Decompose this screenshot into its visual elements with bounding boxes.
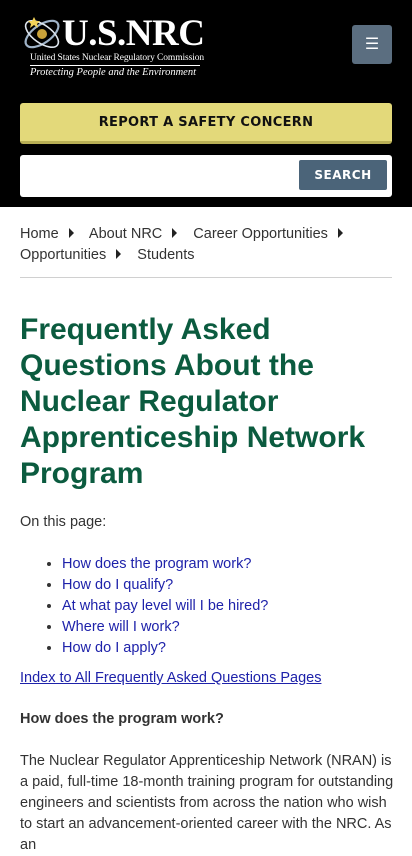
- toc-link-how-qualify[interactable]: How do I qualify?: [62, 577, 173, 593]
- toc-item: At what pay level will I be hired?: [62, 596, 268, 617]
- search-button-label: SEARCH: [314, 168, 372, 182]
- caret-right-icon: [337, 228, 343, 238]
- toc-item: Where will I work?: [62, 617, 268, 638]
- toc-item: How does the program work?: [62, 554, 268, 575]
- breadcrumb: Home About NRC Career Opportunities Oppo…: [20, 224, 392, 266]
- page-title: Frequently Asked Questions About the Nuc…: [20, 313, 366, 490]
- breadcrumb-item-home: Home: [20, 226, 86, 242]
- atom-swirl-icon: [24, 17, 60, 49]
- toc-item: How do I qualify?: [62, 575, 268, 596]
- toc-link-how-program-works[interactable]: How does the program work?: [62, 556, 251, 572]
- caret-right-icon: [116, 249, 122, 259]
- search-button[interactable]: SEARCH: [299, 160, 387, 190]
- breadcrumb-item-careers: Career Opportunities: [193, 226, 355, 242]
- nrc-logo[interactable]: U.S.NRC United States Nuclear Regulatory…: [20, 12, 210, 82]
- breadcrumb-divider: [20, 277, 392, 278]
- logo-title: U.S.NRC: [62, 13, 205, 54]
- logo-tagline: Protecting People and the Environment: [30, 67, 197, 78]
- toc-link-pay-level[interactable]: At what pay level will I be hired?: [62, 598, 268, 614]
- menu-button[interactable]: ☰: [352, 25, 392, 64]
- search-bar: SEARCH: [20, 155, 392, 197]
- toc-item: How do I apply?: [62, 638, 268, 659]
- breadcrumb-link-career-opportunities[interactable]: Career Opportunities: [193, 226, 328, 242]
- on-this-page-label: On this page:: [20, 514, 107, 530]
- toc-link-how-apply[interactable]: How do I apply?: [62, 640, 166, 656]
- safety-button-label: REPORT A SAFETY CONCERN: [98, 114, 314, 130]
- logo-subtitle: United States Nuclear Regulatory Commiss…: [30, 53, 205, 63]
- section-heading: How does the program work?: [20, 711, 224, 727]
- breadcrumb-link-opportunities[interactable]: Opportunities: [20, 247, 106, 263]
- section-body: The Nuclear Regulator Apprenticeship Net…: [20, 753, 394, 853]
- faq-index-link[interactable]: Index to All Frequently Asked Questions …: [20, 670, 321, 686]
- caret-right-icon: [68, 228, 74, 238]
- site-header: U.S.NRC United States Nuclear Regulatory…: [0, 0, 412, 207]
- toc-link-where-work[interactable]: Where will I work?: [62, 619, 180, 635]
- search-input[interactable]: [26, 161, 296, 191]
- breadcrumb-link-students[interactable]: Students: [137, 247, 194, 263]
- logo-divider: [30, 65, 200, 66]
- page-toc: How does the program work? How do I qual…: [42, 554, 268, 659]
- report-safety-concern-button[interactable]: REPORT A SAFETY CONCERN: [20, 103, 392, 144]
- breadcrumb-item-opportunities: Opportunities: [20, 247, 133, 263]
- breadcrumb-link-home[interactable]: Home: [20, 226, 59, 242]
- breadcrumb-item-about: About NRC: [89, 226, 189, 242]
- caret-right-icon: [172, 228, 178, 238]
- breadcrumb-item-students: Students: [137, 247, 194, 263]
- breadcrumb-link-about-nrc[interactable]: About NRC: [89, 226, 162, 242]
- bars-icon: ☰: [364, 35, 380, 53]
